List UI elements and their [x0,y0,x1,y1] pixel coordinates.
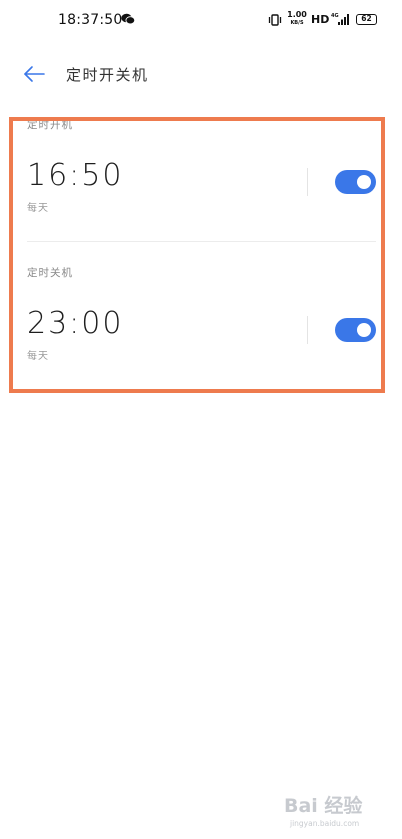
back-arrow-icon[interactable] [22,64,46,84]
battery-indicator: 62 [356,14,377,25]
svg-text:4G: 4G [331,13,339,19]
vibrate-icon [268,14,282,26]
hd-indicator: HD [311,13,330,26]
network-speed: 1.00 KB/S [287,11,307,27]
header: 定时开关机 [0,52,402,96]
status-bar: 18:37:50 1.00 KB/S HD 4G 62 [0,0,402,40]
watermark-url: jingyan.baidu.com [289,819,359,828]
network-speed-unit: KB/S [290,20,304,26]
page-title: 定时开关机 [66,66,149,84]
baidu-jingyan-watermark: Bai 经验 jingyan.baidu.com [284,794,363,828]
signal-icon: 4G [331,13,349,25]
status-time: 18:37:50 [58,12,123,28]
highlight-annotation-box [9,117,385,393]
wechat-icon [121,13,135,25]
watermark-text: Bai 经验 [284,794,363,817]
network-speed-value: 1.00 [287,10,307,19]
